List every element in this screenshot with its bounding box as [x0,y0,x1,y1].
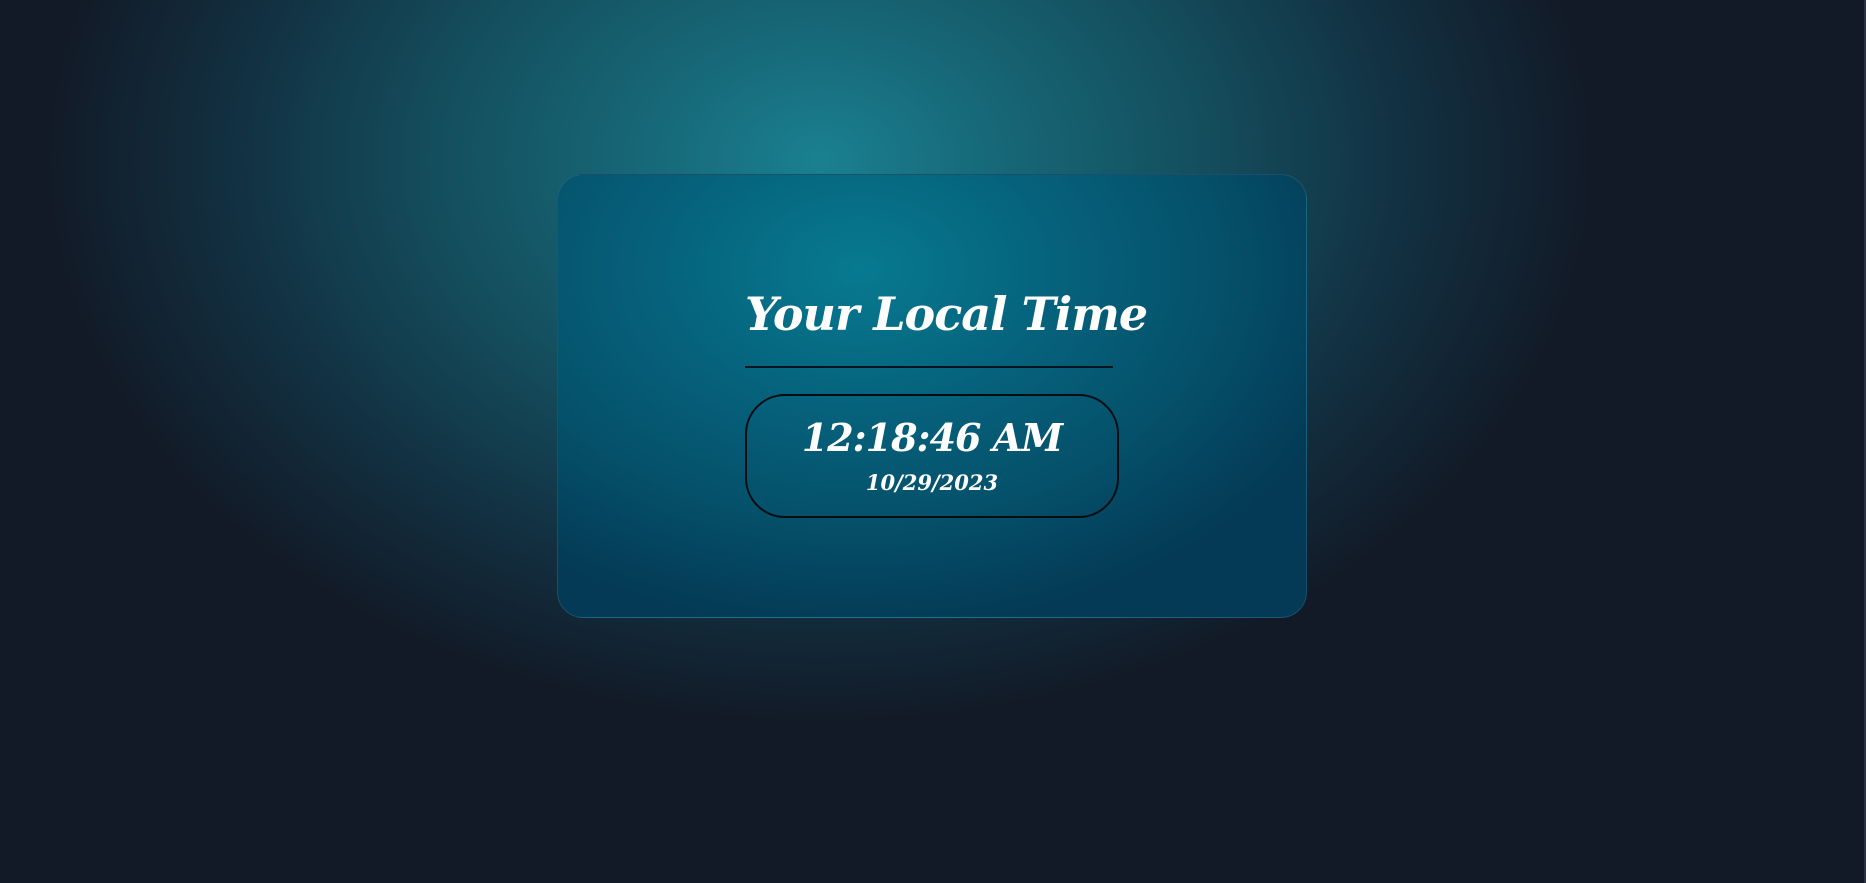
current-time: 12:18:46 AM [801,415,1063,460]
current-date: 10/29/2023 [865,470,999,495]
clock-title: Your Local Time [745,287,1148,341]
time-display: 12:18:46 AM 10/29/2023 [745,394,1119,518]
clock-card: Your Local Time 12:18:46 AM 10/29/2023 [557,174,1307,618]
title-divider [745,366,1113,368]
